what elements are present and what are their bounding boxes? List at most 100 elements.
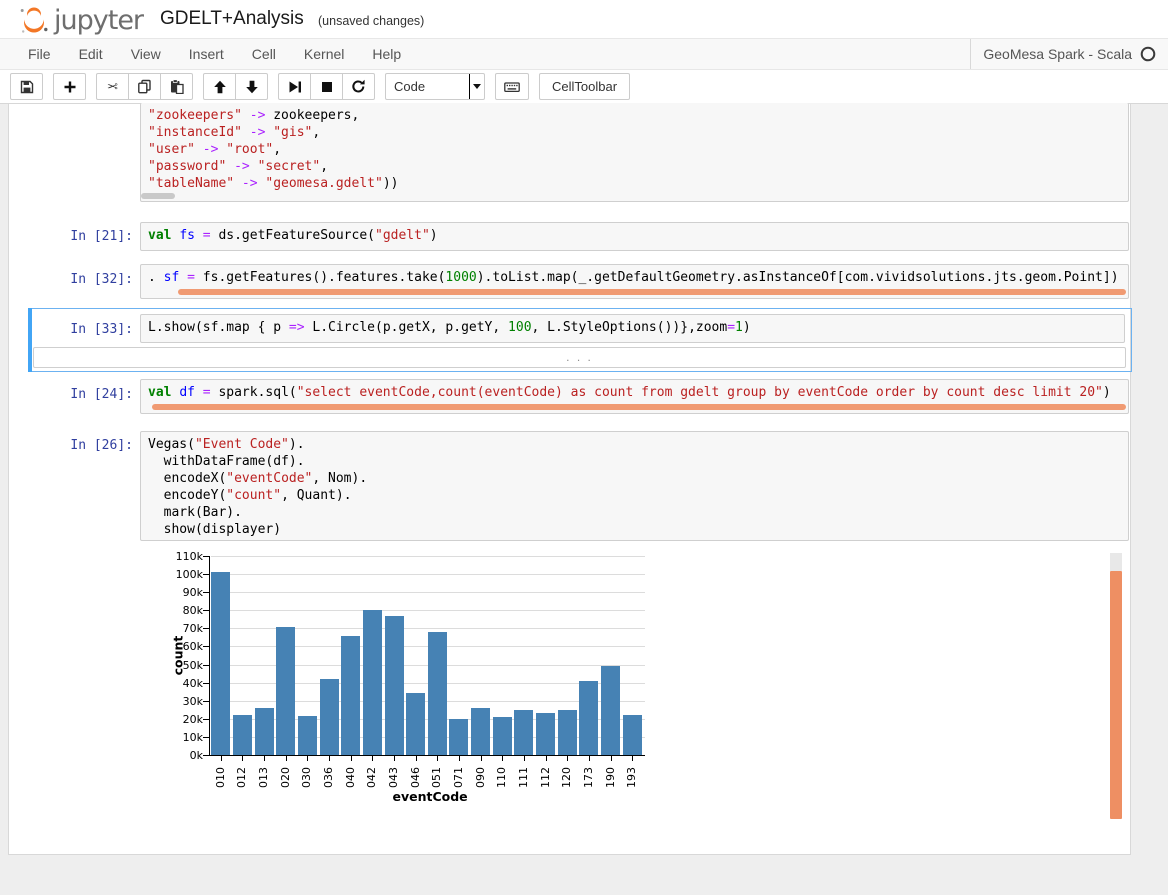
paste-icon: [169, 79, 184, 94]
y-tick-label: 70k: [163, 622, 203, 635]
toolbar: ✂ Code CellToolbar: [0, 70, 1168, 104]
menu-view[interactable]: View: [117, 39, 175, 69]
bar: [558, 710, 577, 755]
arrow-down-icon: [245, 80, 259, 94]
code-line: "password" -> "secret",: [148, 159, 1128, 176]
x-tick-label: 013: [257, 767, 270, 788]
save-button[interactable]: [10, 73, 43, 100]
select-arrow-box: [469, 74, 484, 99]
code-line: . sf = fs.getFeatures().features.take(10…: [148, 270, 1128, 287]
restart-kernel-button[interactable]: [342, 73, 375, 100]
save-status: (unsaved changes): [318, 14, 424, 28]
kernel-idle-icon: [1140, 46, 1156, 62]
gridline: [211, 592, 645, 593]
jupyter-notebook-app: jupyter GDELT+Analysis (unsaved changes)…: [0, 0, 1168, 895]
selected-cell-bar: [28, 308, 32, 372]
x-axis-tick: [242, 756, 243, 761]
code-line: "tableName" -> "geomesa.gdelt")): [148, 176, 1128, 193]
menu-bar: FileEditViewInsertCellKernelHelp GeoMesa…: [0, 38, 1168, 70]
cell-type-value: Code: [386, 79, 469, 94]
v-scrollbar-track[interactable]: [1110, 553, 1122, 571]
bar: [428, 632, 447, 755]
run-cell-button[interactable]: [278, 73, 311, 100]
code-line: encodeX("eventCode", Nom).: [148, 471, 1128, 488]
h-scrollbar-thumb[interactable]: [178, 289, 1126, 295]
menu-kernel[interactable]: Kernel: [290, 39, 358, 69]
x-axis-tick: [286, 756, 287, 761]
gridline: [211, 610, 645, 611]
bar: [276, 627, 295, 755]
menu-insert[interactable]: Insert: [175, 39, 238, 69]
interrupt-kernel-button[interactable]: [310, 73, 343, 100]
cut-cell-button[interactable]: ✂: [96, 73, 129, 100]
code-line: "zookeepers" -> zookeepers,: [148, 108, 1128, 125]
notebook-title[interactable]: GDELT+Analysis: [160, 8, 304, 30]
menu-items: FileEditViewInsertCellKernelHelp: [14, 39, 415, 69]
celltoolbar-button[interactable]: CellToolbar: [539, 73, 630, 100]
code-cell-input[interactable]: "zookeepers" -> zookeepers,"instanceId" …: [140, 103, 1129, 202]
x-axis-tick: [307, 756, 308, 761]
input-prompt: In [33]:: [33, 321, 133, 338]
bar: [623, 715, 642, 755]
x-tick-label: 051: [430, 767, 443, 788]
chevron-down-icon: [473, 84, 481, 89]
bar: [320, 679, 339, 755]
step-forward-icon: [288, 80, 302, 94]
y-tick-label: 0k: [163, 749, 203, 762]
move-cell-up-button[interactable]: [203, 73, 236, 100]
y-axis-tick: [203, 628, 209, 629]
input-prompt: In [26]:: [33, 437, 133, 454]
y-axis-tick: [203, 646, 209, 647]
code-cell-input[interactable]: L.show(sf.map { p => L.Circle(p.getX, p.…: [140, 314, 1125, 343]
x-tick-label: 042: [365, 767, 378, 788]
x-axis-title: eventCode: [393, 789, 468, 804]
x-axis-tick: [611, 756, 612, 761]
collapsed-output[interactable]: . . .: [33, 347, 1126, 368]
plus-icon: [63, 80, 77, 94]
copy-cell-button[interactable]: [128, 73, 161, 100]
h-scrollbar-thumb[interactable]: [141, 193, 175, 199]
x-axis-tick: [481, 756, 482, 761]
x-axis-tick: [502, 756, 503, 761]
menu-file[interactable]: File: [14, 39, 65, 69]
bar: [471, 708, 490, 755]
bar: [536, 713, 555, 755]
code-cell-input[interactable]: Vegas("Event Code"). withDataFrame(df). …: [140, 431, 1129, 541]
h-scrollbar-thumb[interactable]: [152, 404, 1126, 410]
x-tick-label: 090: [474, 767, 487, 788]
x-tick-label: 010: [214, 767, 227, 788]
menu-cell[interactable]: Cell: [238, 39, 290, 69]
bar: [601, 666, 620, 755]
y-axis-tick: [203, 683, 209, 684]
v-scrollbar-thumb[interactable]: [1110, 571, 1122, 819]
y-tick-label: 60k: [163, 640, 203, 653]
gridline: [211, 574, 645, 575]
celltoolbar-label: CellToolbar: [552, 79, 617, 94]
code-line: show(displayer): [148, 522, 1128, 539]
x-tick-label: 173: [582, 767, 595, 788]
menu-edit[interactable]: Edit: [65, 39, 117, 69]
paste-cell-button[interactable]: [160, 73, 193, 100]
y-axis-tick: [203, 592, 209, 593]
x-tick-label: 030: [300, 767, 313, 788]
x-tick-label: 040: [344, 767, 357, 788]
move-cell-down-button[interactable]: [235, 73, 268, 100]
bar: [211, 572, 230, 755]
y-axis-line: [209, 556, 210, 756]
cell-type-select[interactable]: Code: [385, 73, 485, 100]
jupyter-logo[interactable]: jupyter: [16, 3, 143, 37]
menu-help[interactable]: Help: [358, 39, 415, 69]
y-tick-label: 30k: [163, 695, 203, 708]
copy-icon: [137, 79, 152, 94]
code-cell-input[interactable]: val fs = ds.getFeatureSource("gdelt"): [140, 222, 1129, 251]
x-axis-tick: [459, 756, 460, 761]
add-cell-button[interactable]: [53, 73, 86, 100]
y-tick-label: 50k: [163, 659, 203, 672]
jupyter-logo-text: jupyter: [54, 5, 143, 36]
y-axis-tick: [203, 737, 209, 738]
command-palette-button[interactable]: [495, 73, 529, 100]
bar: [514, 710, 533, 755]
x-tick-label: 020: [279, 767, 292, 788]
y-tick-label: 40k: [163, 677, 203, 690]
x-axis-tick: [351, 756, 352, 761]
